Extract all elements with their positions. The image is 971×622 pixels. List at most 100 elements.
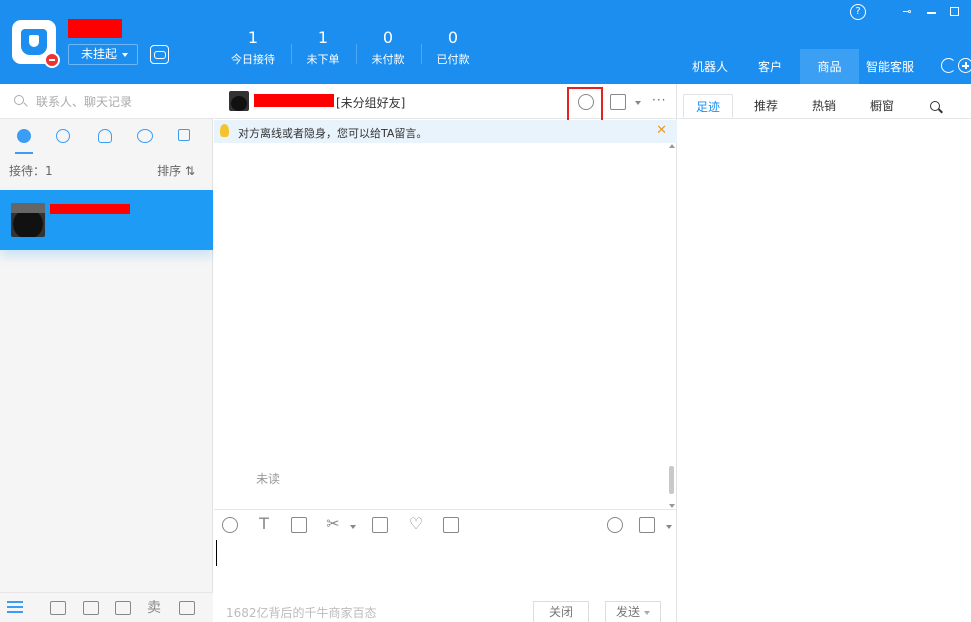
message-toolbar: T ✂ ♡ [214,509,677,539]
tab-customer[interactable]: 客户 [742,49,798,84]
slogan-link[interactable]: 1682亿背后的千牛商家百态 [226,604,377,621]
chevron-down-icon [122,52,129,57]
tab-recent-chats[interactable] [7,120,41,154]
stat-value: 0 [382,28,394,47]
lightbulb-icon [220,124,229,137]
calculator-icon[interactable] [443,517,459,533]
offline-notice: 对方离线或者隐身，您可以给TA留言。 ✕ [214,120,677,143]
unread-label: 未读 [256,472,281,486]
app-logo[interactable] [12,20,60,68]
help-icon[interactable]: ? [850,4,866,20]
tab-organization[interactable] [167,120,201,154]
scroll-up-icon[interactable] [669,144,675,148]
message-input[interactable] [214,540,677,592]
mail-icon[interactable] [83,601,99,615]
tab-history[interactable] [46,120,80,154]
product-tabs: 足迹 推荐 热销 橱窗 [678,84,971,119]
tab-robot[interactable]: 机器人 [682,49,738,84]
contact-name-redacted [50,204,130,214]
contact-group-label: [未分组好友] [336,96,406,110]
product-panel: 足迹 推荐 热销 橱窗 [678,84,971,622]
stat-label: 已付款 [436,53,470,66]
layout-icon[interactable] [179,601,195,615]
send-button[interactable]: 发送 [605,601,661,622]
shop-icon[interactable] [115,601,131,615]
minimize-icon[interactable] [924,4,940,20]
sell-icon[interactable]: 卖 [146,601,162,615]
vibrate-icon[interactable] [372,517,388,533]
tab-groups[interactable] [127,120,161,154]
stat-value: 0 [447,28,459,47]
avatar [11,203,45,237]
pin-icon[interactable]: ⊸ [899,4,915,20]
forward-icon[interactable] [607,517,623,533]
chat-header: [未分组好友] ··· [214,84,677,119]
chevron-down-icon[interactable] [635,101,641,105]
offline-notice-text: 对方离线或者隐身，您可以给TA留言。 [238,127,428,140]
group-icon [137,129,153,143]
more-icon[interactable]: ··· [652,93,666,107]
message-scrollbar[interactable] [668,144,676,508]
contact-item-selected[interactable] [0,190,213,250]
reception-count: 接待：1 [9,164,53,178]
app-header: 未挂起 1 今日接待 1 未下单 0 未付款 0 已付款 ? ⊸ 机器人 客户 … [0,0,971,84]
stat-label: 今日接待 [231,53,275,66]
status-label: 未挂起 [81,47,118,61]
stat-paid[interactable]: 0 已付款 [421,28,485,68]
heart-icon[interactable]: ♡ [408,516,424,533]
scissors-icon[interactable]: ✂ [325,516,341,533]
refresh-icon[interactable] [941,58,956,73]
chevron-down-icon[interactable] [350,525,356,529]
chevron-down-icon[interactable] [666,525,672,529]
font-icon[interactable]: T [256,516,272,533]
maximize-icon[interactable] [947,4,963,20]
tab-footprint[interactable]: 足迹 [683,94,733,118]
reception-row: 接待：1 排序 ⇅ [0,158,213,180]
stat-value: 1 [247,28,259,47]
tab-product[interactable]: 商品 [800,49,859,84]
close-icon[interactable]: ✕ [656,123,667,138]
username-redacted [68,19,122,38]
search-bar [0,84,213,119]
search-icon [14,95,24,105]
scroll-down-icon[interactable] [669,504,675,508]
person-icon [98,129,112,143]
chat-icon [17,129,31,143]
sort-button[interactable]: 排序 ⇅ [157,162,195,179]
contact-sidebar: 接待：1 排序 ⇅ 卖 [0,84,213,622]
stat-unpaid[interactable]: 0 未付款 [356,28,420,68]
tab-smart-service[interactable]: 智能客服 [860,49,920,84]
add-icon[interactable] [958,58,971,73]
stat-today-received[interactable]: 1 今日接待 [221,28,285,68]
status-badge-icon [44,52,60,68]
robot-icon[interactable] [150,45,169,64]
history-icon[interactable] [639,517,655,533]
close-button[interactable]: 关闭 [533,601,589,622]
stat-value: 1 [317,28,329,47]
tab-showcase[interactable]: 橱窗 [857,94,907,118]
emoji-icon[interactable] [222,517,238,533]
chat-contact-name-redacted [254,94,334,107]
status-dropdown[interactable]: 未挂起 [68,44,138,65]
add-task-icon[interactable] [610,94,626,110]
tab-recommend[interactable]: 推荐 [741,94,791,118]
stat-label: 未付款 [371,53,405,66]
sidebar-tabs [0,120,213,154]
tab-contacts[interactable] [88,120,122,154]
image-icon[interactable] [291,517,307,533]
search-input[interactable] [36,92,206,112]
scroll-thumb[interactable] [669,466,674,494]
avatar [229,91,249,111]
menu-icon[interactable] [7,601,23,613]
tab-hot-sale[interactable]: 热销 [799,94,849,118]
chevron-down-icon [644,610,650,615]
send-label: 发送 [615,605,640,619]
sidebar-bottom-bar: 卖 [0,592,213,622]
qianniu-logo-icon [21,29,47,55]
share-icon[interactable] [50,601,66,615]
text-cursor [216,540,217,566]
search-icon[interactable] [930,101,940,111]
chat-panel: [未分组好友] ··· 对方离线或者隐身，您可以给TA留言。 ✕ 未读 T ✂ … [214,84,677,622]
stat-not-ordered[interactable]: 1 未下单 [291,28,355,68]
stat-label: 未下单 [306,53,340,66]
